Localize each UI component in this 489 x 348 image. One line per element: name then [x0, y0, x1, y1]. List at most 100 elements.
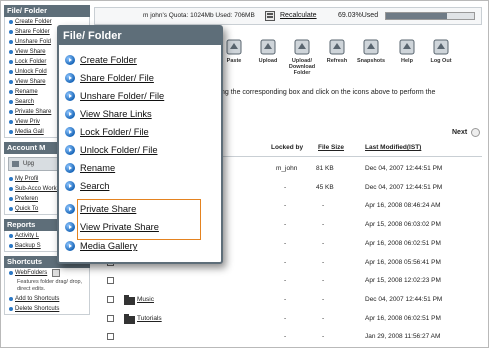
sidebar-item-label: Activity L — [15, 233, 40, 239]
upload-icon — [258, 37, 278, 57]
arrow-bullet-icon — [65, 145, 75, 155]
arrow-bullet-icon — [65, 55, 75, 65]
sidebar-item-label: View Share — [15, 79, 46, 85]
row-checkbox[interactable] — [107, 295, 114, 303]
cell-locked-by: - — [284, 221, 287, 229]
column-header-last-modified[interactable]: Last Modified(IST) — [365, 144, 421, 151]
popup-menu-item[interactable]: Private Share — [65, 202, 136, 216]
column-header-file-size[interactable]: File Size — [318, 144, 344, 151]
popup-menu-item-label: Rename — [80, 163, 116, 173]
sidebar-item-webfolders[interactable]: WebFolders — [5, 268, 89, 278]
sidebar-item-add-shortcuts[interactable]: Add to Shortcuts — [5, 294, 89, 304]
sidebar-item-label: Unlock Fold — [15, 69, 47, 75]
sidebar-item-label: Backup S — [15, 243, 41, 249]
bullet-icon — [9, 187, 13, 191]
snapshots-icon — [361, 37, 381, 57]
next-link[interactable]: Next — [452, 129, 467, 136]
logout-icon — [431, 37, 451, 57]
toolbar-button[interactable]: Log Out — [422, 37, 460, 64]
toolbar-button[interactable]: Upload/ Download Folder — [283, 37, 321, 76]
popup-menu-item[interactable]: Lock Folder/ File — [65, 125, 149, 139]
arrow-bullet-icon — [65, 73, 75, 83]
popup-menu-item[interactable]: View Share Links — [65, 107, 152, 121]
bullet-icon — [9, 40, 13, 44]
popup-menu-item[interactable]: Unlock Folder/ File — [65, 143, 158, 157]
bullet-icon — [9, 130, 13, 134]
popup-menu-item[interactable]: Create Folder — [65, 53, 137, 67]
bullet-icon — [9, 177, 13, 181]
popup-menu-item-label: View Share Links — [80, 109, 152, 119]
toolbar-button[interactable]: Refresh — [318, 37, 356, 64]
row-checkbox[interactable] — [107, 333, 114, 341]
next-arrow-icon[interactable] — [471, 128, 480, 137]
cell-locked-by: - — [284, 295, 287, 303]
cell-file-size: - — [322, 202, 325, 210]
cell-file-size: 81 KB — [316, 165, 334, 172]
sidebar-title-file-folder: File/ Folder — [4, 5, 90, 17]
table-row[interactable]: Music - - Dec 04, 2007 12:44:51 PM — [94, 293, 482, 307]
toolbar-button[interactable]: Help — [388, 37, 426, 64]
cell-last-modified: Jan 29, 2008 11:56:27 AM — [365, 333, 441, 341]
sidebar-item-label: Media Gall — [15, 129, 44, 135]
file-name[interactable]: Tutorials — [137, 315, 162, 322]
file-folder-popup-menu: File/ Folder Create Folder Share Folder/ … — [57, 25, 223, 264]
popup-menu-item[interactable]: Share Folder/ File — [65, 71, 154, 85]
bullet-icon — [9, 110, 13, 114]
sidebar-item-delete-shortcuts[interactable]: Delete Shortcuts — [5, 304, 89, 314]
toolbar-button-label: Log Out — [430, 58, 452, 64]
quota-text: m john's Quota: 1024Mb Used: 706MB — [143, 12, 255, 19]
sidebar-item-label: Private Share — [15, 109, 52, 115]
popup-menu-item[interactable]: Search — [65, 179, 109, 193]
bullet-icon — [9, 80, 13, 84]
table-row[interactable]: Tutorials - - Apr 16, 2008 06:02:51 PM — [94, 312, 482, 326]
popup-menu-item-label: Unshare Folder/ File — [80, 91, 165, 101]
row-checkbox[interactable] — [107, 277, 114, 285]
sidebar-item-label: Share Folder — [15, 29, 50, 35]
bullet-icon — [9, 100, 13, 104]
sidebar-shortcuts-list: WebFolders Features folder drag/ drop, d… — [4, 268, 90, 315]
sidebar-item-label: Search — [15, 99, 35, 105]
file-name[interactable]: Music — [137, 296, 154, 303]
cell-file-size: - — [322, 277, 325, 285]
popup-menu-item[interactable]: Media Gallery — [65, 239, 137, 253]
toolbar-button-label: Help — [401, 58, 413, 64]
popup-menu-item[interactable]: View Private Share — [65, 220, 159, 234]
arrow-bullet-icon — [65, 181, 75, 191]
bullet-icon — [9, 197, 13, 201]
cell-last-modified: Apr 16, 2008 08:46:24 AM — [365, 202, 441, 210]
calculator-icon[interactable] — [265, 11, 275, 21]
refresh-icon — [327, 37, 347, 57]
cell-locked-by: - — [284, 277, 287, 285]
cell-locked-by: - — [284, 202, 287, 210]
bullet-icon — [9, 90, 13, 94]
quota-progress-fill — [386, 13, 447, 19]
table-row[interactable]: - - Apr 15, 2008 12:02:23 PM — [94, 274, 482, 288]
popup-menu-item[interactable]: Unshare Folder/ File — [65, 89, 164, 103]
cell-file-size: - — [322, 314, 325, 322]
popup-menu-item-label: Search — [80, 181, 110, 191]
toolbar-button[interactable]: Snapshots — [352, 37, 390, 64]
cell-locked-by: - — [284, 333, 287, 341]
popup-menu-item-label: Create Folder — [80, 55, 137, 65]
webfolders-icon — [52, 269, 61, 277]
bullet-icon — [9, 120, 13, 124]
bullet-icon — [9, 30, 13, 34]
cell-locked-by: m_john — [276, 165, 298, 172]
popup-menu-item[interactable]: Rename — [65, 161, 115, 175]
recalculate-link[interactable]: Recalculate — [280, 12, 317, 19]
bullet-icon — [9, 50, 13, 54]
upload-download-folder-icon — [292, 37, 312, 57]
cell-locked-by: - — [284, 258, 287, 266]
cell-locked-by: - — [284, 239, 287, 247]
arrow-bullet-icon — [65, 163, 75, 173]
sidebar-item-label: Create Folder — [15, 19, 52, 25]
popup-menu-item-label: View Private Share — [80, 222, 159, 232]
table-row[interactable]: - - Jan 29, 2008 11:56:27 AM — [94, 330, 482, 344]
cell-last-modified: Apr 16, 2008 06:02:51 PM — [365, 314, 441, 322]
sidebar-item-label: Add to Shortcuts — [15, 296, 60, 302]
cell-file-size: - — [322, 295, 325, 303]
toolbar-button[interactable]: Upload — [249, 37, 287, 64]
toolbar-button-label: Refresh — [326, 58, 348, 64]
row-checkbox[interactable] — [107, 314, 114, 322]
bullet-icon — [9, 60, 13, 64]
